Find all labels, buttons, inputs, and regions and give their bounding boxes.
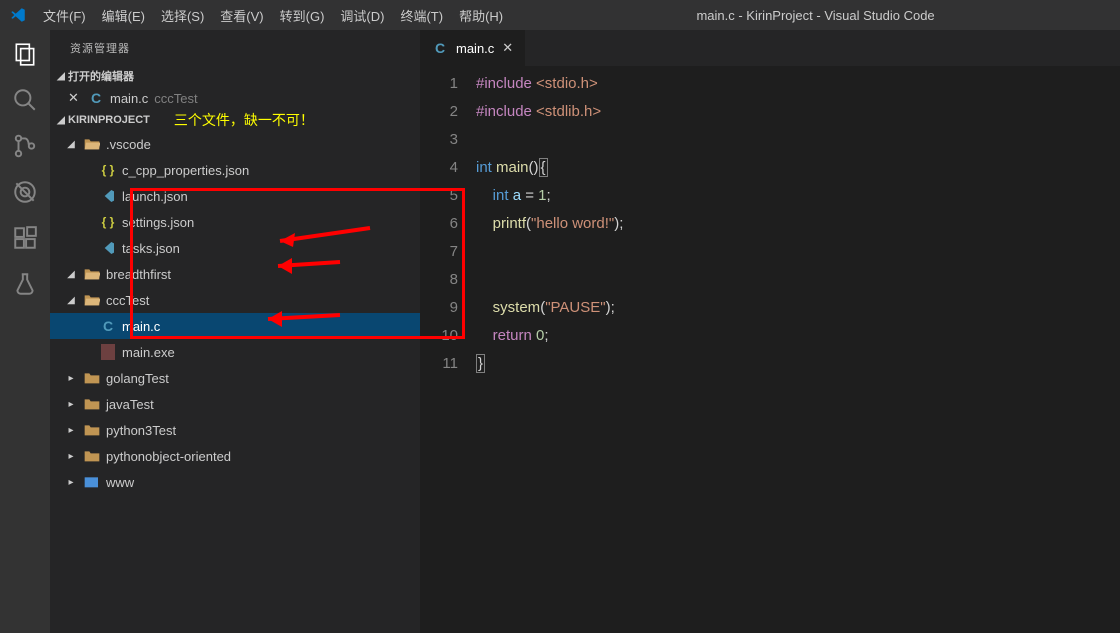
project-header[interactable]: ◢ KIRINPROJECT bbox=[50, 109, 154, 131]
vscode-json-icon bbox=[100, 188, 116, 204]
json-file-icon: { } bbox=[100, 162, 116, 178]
tree-label: .vscode bbox=[106, 137, 151, 152]
tree-label: settings.json bbox=[122, 215, 194, 230]
debug-icon[interactable] bbox=[11, 178, 39, 206]
window-title: main.c - KirinProject - Visual Studio Co… bbox=[511, 8, 1120, 23]
close-icon[interactable]: ✕ bbox=[68, 90, 82, 106]
vscode-json-icon bbox=[100, 240, 116, 256]
folder-icon bbox=[84, 423, 100, 437]
tree-label: cccTest bbox=[106, 293, 149, 308]
tree-file[interactable]: ▸main.exe bbox=[50, 339, 420, 365]
annotation-text: 三个文件，缺一不可！ bbox=[174, 110, 314, 130]
file-tree: ◢.vscode▸{ }c_cpp_properties.json▸launch… bbox=[50, 131, 420, 495]
code-content[interactable]: #include <stdio.h>#include <stdlib.h>int… bbox=[476, 70, 1120, 633]
menu-item[interactable]: 调试(D) bbox=[332, 6, 392, 25]
tree-file[interactable]: ▸launch.json bbox=[50, 183, 420, 209]
chevron-down-icon: ◢ bbox=[64, 269, 78, 280]
tree-folder[interactable]: ▸ javaTest bbox=[50, 391, 420, 417]
extensions-icon[interactable] bbox=[11, 224, 39, 252]
file-name: main.c bbox=[110, 91, 148, 106]
menu-item[interactable]: 文件(F) bbox=[35, 6, 94, 25]
folder-icon bbox=[84, 293, 100, 307]
tree-folder[interactable]: ▸ pythonobject-oriented bbox=[50, 443, 420, 469]
tree-label: c_cpp_properties.json bbox=[122, 163, 249, 178]
titlebar: 文件(F)编辑(E)选择(S)查看(V)转到(G)调试(D)终端(T)帮助(H)… bbox=[0, 0, 1120, 30]
menubar: 文件(F)编辑(E)选择(S)查看(V)转到(G)调试(D)终端(T)帮助(H) bbox=[35, 6, 511, 25]
testing-icon[interactable] bbox=[11, 270, 39, 298]
json-file-icon: { } bbox=[100, 214, 116, 230]
folder-icon bbox=[84, 397, 100, 411]
tree-folder[interactable]: ◢ .vscode bbox=[50, 131, 420, 157]
file-path: cccTest bbox=[154, 91, 197, 106]
tree-folder[interactable]: ▸ python3Test bbox=[50, 417, 420, 443]
chevron-right-icon: ▸ bbox=[64, 425, 78, 436]
menu-item[interactable]: 选择(S) bbox=[153, 6, 212, 25]
sidebar-title: 资源管理器 bbox=[50, 30, 420, 65]
menu-item[interactable]: 终端(T) bbox=[392, 6, 451, 25]
source-control-icon[interactable] bbox=[11, 132, 39, 160]
tree-file[interactable]: ▸tasks.json bbox=[50, 235, 420, 261]
activitybar bbox=[0, 30, 50, 633]
tree-folder[interactable]: ▸ golangTest bbox=[50, 365, 420, 391]
tree-label: pythonobject-oriented bbox=[106, 449, 231, 464]
search-icon[interactable] bbox=[11, 86, 39, 114]
tab-main-c[interactable]: C main.c ✕ bbox=[420, 30, 525, 66]
folder-icon bbox=[84, 371, 100, 385]
chevron-right-icon: ▸ bbox=[64, 477, 78, 488]
tree-label: breadthfirst bbox=[106, 267, 171, 282]
tree-file[interactable]: ▸{ }settings.json bbox=[50, 209, 420, 235]
folder-icon bbox=[84, 137, 100, 151]
editor-area: C main.c ✕ 1234567891011 #include <stdio… bbox=[420, 30, 1120, 633]
explorer-icon[interactable] bbox=[11, 40, 39, 68]
close-icon[interactable]: ✕ bbox=[502, 40, 513, 56]
chevron-right-icon: ▸ bbox=[64, 373, 78, 384]
chevron-right-icon: ▸ bbox=[64, 399, 78, 410]
code-editor[interactable]: 1234567891011 #include <stdio.h>#include… bbox=[420, 66, 1120, 633]
c-file-icon: C bbox=[88, 90, 104, 106]
menu-item[interactable]: 编辑(E) bbox=[94, 6, 153, 25]
tree-folder[interactable]: ◢ cccTest bbox=[50, 287, 420, 313]
open-editor-item[interactable]: ✕ C main.c cccTest bbox=[50, 87, 420, 109]
tree-label: launch.json bbox=[122, 189, 188, 204]
folder-icon bbox=[84, 475, 100, 489]
tree-label: golangTest bbox=[106, 371, 169, 386]
tree-label: tasks.json bbox=[122, 241, 180, 256]
chevron-down-icon: ◢ bbox=[64, 139, 78, 150]
tree-file[interactable]: ▸Cmain.c bbox=[50, 313, 420, 339]
menu-item[interactable]: 转到(G) bbox=[272, 6, 333, 25]
vscode-logo-icon bbox=[0, 6, 35, 24]
c-file-icon: C bbox=[432, 40, 448, 56]
tree-label: javaTest bbox=[106, 397, 154, 412]
chevron-right-icon: ▸ bbox=[64, 451, 78, 462]
editor-tabs: C main.c ✕ bbox=[420, 30, 1120, 66]
exe-file-icon bbox=[100, 344, 116, 360]
line-numbers: 1234567891011 bbox=[420, 70, 476, 633]
folder-icon bbox=[84, 267, 100, 281]
open-editors-header[interactable]: ◢ 打开的编辑器 bbox=[50, 65, 420, 87]
tab-label: main.c bbox=[456, 41, 494, 56]
tree-folder[interactable]: ▸ www bbox=[50, 469, 420, 495]
folder-icon bbox=[84, 449, 100, 463]
tree-label: www bbox=[106, 475, 134, 490]
c-file-icon: C bbox=[100, 318, 116, 334]
sidebar: 资源管理器 ◢ 打开的编辑器 ✕ C main.c cccTest ◢ KIRI… bbox=[50, 30, 420, 633]
chevron-down-icon: ◢ bbox=[64, 295, 78, 306]
tree-file[interactable]: ▸{ }c_cpp_properties.json bbox=[50, 157, 420, 183]
tree-label: main.c bbox=[122, 319, 160, 334]
tree-label: python3Test bbox=[106, 423, 176, 438]
chevron-down-icon: ◢ bbox=[54, 71, 68, 82]
menu-item[interactable]: 查看(V) bbox=[212, 6, 271, 25]
tree-folder[interactable]: ◢ breadthfirst bbox=[50, 261, 420, 287]
chevron-down-icon: ◢ bbox=[54, 115, 68, 126]
tree-label: main.exe bbox=[122, 345, 175, 360]
menu-item[interactable]: 帮助(H) bbox=[451, 6, 511, 25]
